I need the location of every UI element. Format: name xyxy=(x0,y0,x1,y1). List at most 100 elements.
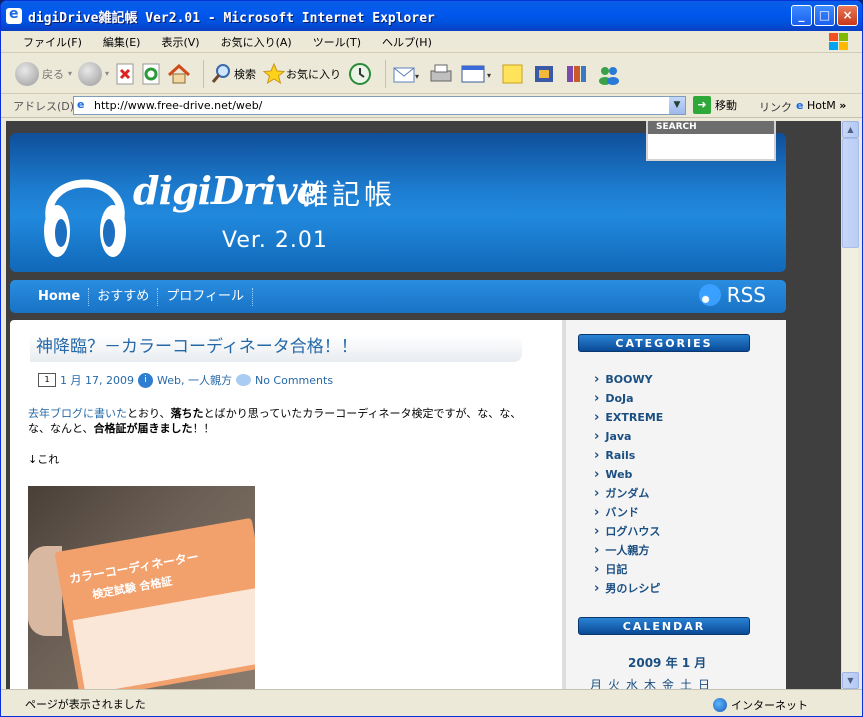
back-button[interactable]: 戻る ▾ xyxy=(15,61,72,86)
site-nav: Home おすすめ プロフィール RSS xyxy=(10,280,786,313)
refresh-button[interactable] xyxy=(141,63,161,85)
calendar-month: 2009 年 1 月 xyxy=(628,656,707,670)
close-button[interactable]: × xyxy=(837,5,858,26)
calendar-weekdays: 月火水木金土日 xyxy=(590,678,717,689)
stop-button[interactable] xyxy=(115,63,135,85)
nav-profile[interactable]: プロフィール xyxy=(158,287,253,306)
category-item[interactable]: EXTREME xyxy=(594,408,663,427)
category-item[interactable]: ガンダム xyxy=(594,484,663,503)
menu-help[interactable]: ヘルプ(H) xyxy=(370,34,441,50)
title-bar: digiDrive雑記帳 Ver2.01 - Microsoft Interne… xyxy=(1,1,862,31)
scroll-thumb[interactable] xyxy=(842,138,859,248)
address-input[interactable]: e http://www.free-drive.net/web/ ▼ xyxy=(73,96,686,115)
address-bar: アドレス(D) e http://www.free-drive.net/web/… xyxy=(1,94,862,118)
blog-post: 神降臨？－カラーコーディネータ合格！！ 1 1 月 17, 2009 i Web… xyxy=(10,320,562,689)
browser-window: digiDrive雑記帳 Ver2.01 - Microsoft Interne… xyxy=(0,0,863,717)
site-logo-subtitle: 雑記帳 xyxy=(300,178,397,211)
sidebar: CATEGORIES BOOWY DoJa EXTREME Java Rails… xyxy=(562,320,786,689)
category-item[interactable]: Rails xyxy=(594,446,663,465)
category-item[interactable]: Java xyxy=(594,427,663,446)
post-categories[interactable]: Web, 一人親方 xyxy=(157,372,232,388)
category-item[interactable]: 日記 xyxy=(594,560,663,579)
go-arrow-icon: ➜ xyxy=(693,96,711,114)
scroll-up-icon[interactable]: ▲ xyxy=(842,121,859,138)
page-viewport: digiDrive 雑記帳 Ver. 2.01 SEARCH Home おすすめ… xyxy=(6,121,841,689)
refresh-icon xyxy=(142,63,160,84)
history-button[interactable] xyxy=(347,61,373,87)
category-item[interactable]: ログハウス xyxy=(594,522,663,541)
ie-page-icon: e xyxy=(77,98,85,111)
rss-link[interactable]: RSS xyxy=(698,283,766,307)
address-dropdown-icon[interactable]: ▼ xyxy=(669,97,685,114)
menu-tools[interactable]: ツール(T) xyxy=(301,34,370,50)
post-meta: 1 1 月 17, 2009 i Web, 一人親方 No Comments xyxy=(38,372,333,388)
search-icon xyxy=(211,63,231,83)
site-version: Ver. 2.01 xyxy=(222,228,328,253)
category-item[interactable]: 一人親方 xyxy=(594,541,663,560)
maximize-button[interactable]: □ xyxy=(814,5,835,26)
category-list: BOOWY DoJa EXTREME Java Rails Web ガンダム バ… xyxy=(594,370,663,598)
favorites-button[interactable]: お気に入り xyxy=(262,62,341,86)
go-button[interactable]: ➜ 移動 xyxy=(693,96,737,114)
status-text: ページが表示されました xyxy=(25,697,146,711)
calendar-heading: CALENDAR xyxy=(578,617,750,635)
forward-arrow-icon xyxy=(78,61,103,86)
site-search-box[interactable]: SEARCH xyxy=(646,121,776,161)
certificate-card: カラーコーディネーター 検定試験 合格証 xyxy=(54,517,255,689)
edit-page-icon: ▾ xyxy=(461,65,491,82)
toolbar-separator xyxy=(203,59,205,88)
category-item[interactable]: BOOWY xyxy=(594,370,663,389)
history-icon xyxy=(349,62,372,85)
home-icon xyxy=(168,63,191,83)
search-label: SEARCH xyxy=(648,121,774,134)
svg-text:▾: ▾ xyxy=(487,71,491,80)
menu-view[interactable]: 表示(V) xyxy=(149,34,208,50)
menu-favorites[interactable]: お気に入り(A) xyxy=(209,34,301,50)
research-button[interactable] xyxy=(532,62,558,86)
window-title: digiDrive雑記帳 Ver2.01 - Microsoft Interne… xyxy=(28,10,435,26)
category-item[interactable]: 男のレシピ xyxy=(594,579,663,598)
category-item[interactable]: バンド xyxy=(594,503,663,522)
hotmail-link[interactable]: e HotM » xyxy=(796,99,846,112)
bookmarks-button[interactable] xyxy=(564,62,590,86)
edit-button[interactable]: ▾ xyxy=(460,63,494,85)
search-button[interactable]: 検索 xyxy=(210,62,256,86)
forward-button[interactable]: ▾ xyxy=(78,61,109,86)
messenger-icon xyxy=(599,66,620,85)
calendar-icon: 1 xyxy=(38,373,56,387)
standard-toolbar: 戻る ▾ ▾ 検索 お気に入り ▾ ▾ xyxy=(1,54,862,94)
links-button[interactable]: リンク xyxy=(759,99,792,115)
mail-button[interactable]: ▾ xyxy=(392,63,422,85)
discuss-button[interactable] xyxy=(500,62,526,86)
nav-recommended[interactable]: おすすめ xyxy=(89,287,159,306)
toolbar-separator xyxy=(385,59,387,88)
rss-icon xyxy=(698,284,721,306)
category-item[interactable]: DoJa xyxy=(594,389,663,408)
main-area: 神降臨？－カラーコーディネータ合格！！ 1 1 月 17, 2009 i Web… xyxy=(10,320,786,689)
category-icon: i xyxy=(137,372,153,388)
scroll-down-icon[interactable]: ▼ xyxy=(842,672,859,689)
post-title[interactable]: 神降臨？－カラーコーディネータ合格！！ xyxy=(30,335,522,362)
print-button[interactable] xyxy=(428,62,454,86)
vertical-scrollbar[interactable]: ▲ ▼ xyxy=(841,121,859,689)
certificate-photo: カラーコーディネーター 検定試験 合格証 xyxy=(28,486,255,689)
site-logo[interactable]: digiDrive xyxy=(133,168,321,213)
post-link[interactable]: 去年ブログに書いた xyxy=(28,407,127,420)
menu-edit[interactable]: 編集(E) xyxy=(91,34,150,50)
messenger-button[interactable] xyxy=(596,62,622,86)
post-comments[interactable]: No Comments xyxy=(255,374,333,387)
address-url: http://www.free-drive.net/web/ xyxy=(94,99,263,112)
home-button[interactable] xyxy=(167,63,191,85)
stop-icon xyxy=(116,63,134,84)
nav-home[interactable]: Home xyxy=(10,287,90,306)
star-icon xyxy=(262,62,286,84)
minimize-button[interactable]: _ xyxy=(791,5,812,26)
note-icon xyxy=(502,64,523,83)
menu-file[interactable]: ファイル(F) xyxy=(11,34,91,50)
post-body: 去年ブログに書いたとおり、落ちたとばかり思っていたカラーコーディネータ検定ですが… xyxy=(28,407,522,435)
category-item[interactable]: Web xyxy=(594,465,663,484)
windows-logo-icon xyxy=(829,33,848,50)
comment-icon xyxy=(235,374,251,386)
post-arrow-text: ↓これ xyxy=(28,453,60,466)
svg-text:▾: ▾ xyxy=(415,72,419,81)
